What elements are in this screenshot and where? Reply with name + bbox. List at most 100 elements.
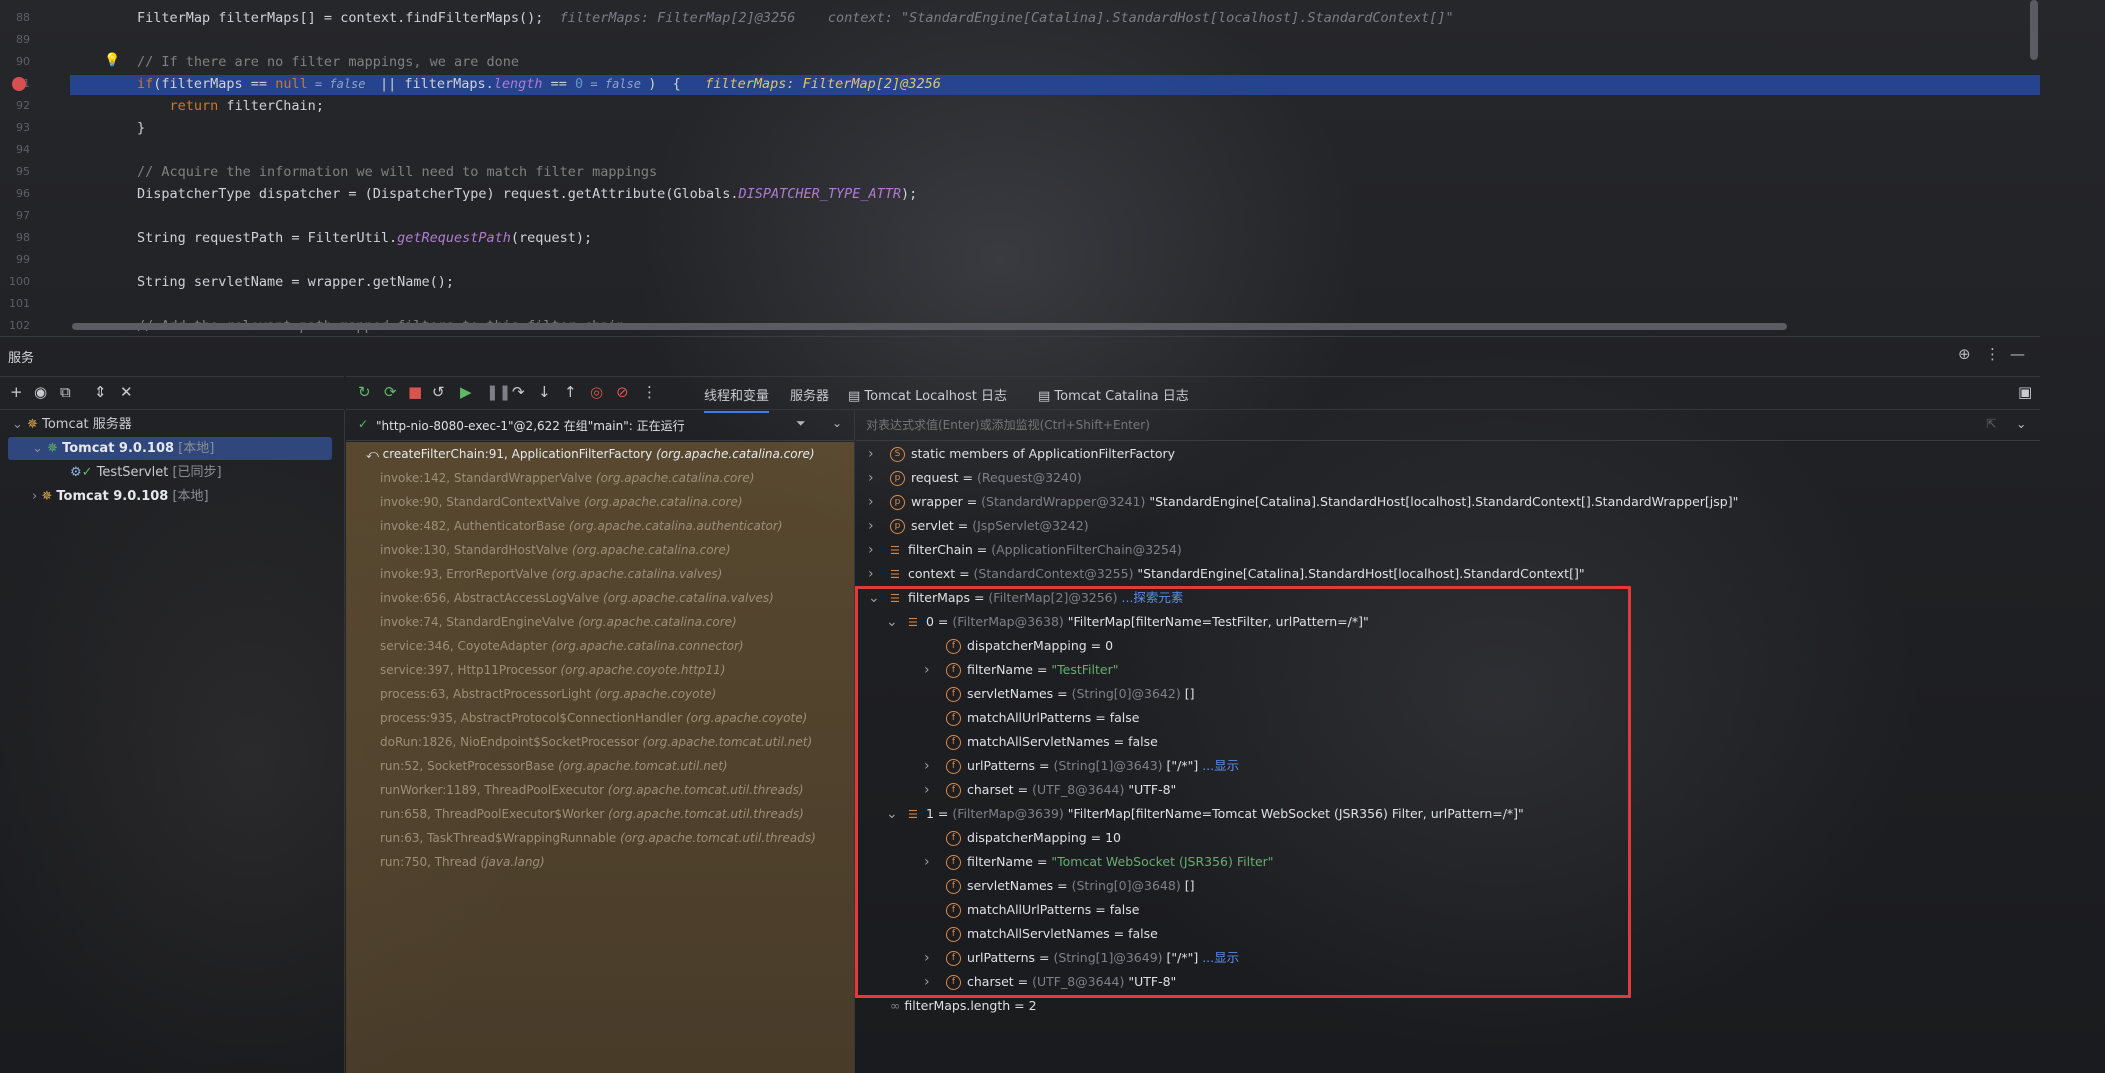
frame-package: (org.apache.catalina.core) — [595, 471, 755, 485]
variable-row[interactable]: f matchAllUrlPatterns = false — [946, 706, 1139, 730]
stack-frame[interactable]: runWorker:1189, ThreadPoolExecutor (org.… — [380, 778, 804, 802]
target-icon[interactable]: ⊕ — [1958, 345, 1971, 363]
variable-row[interactable]: f matchAllServletNames = false — [946, 922, 1158, 946]
collapse-all-icon[interactable]: ✕ — [120, 383, 133, 401]
frame-package: (org.apache.catalina.valves) — [603, 591, 774, 605]
tree-node-tomcat-server-1[interactable]: ⌄ ✵ Tomcat 9.0.108 [本地] — [32, 438, 214, 460]
variable-row[interactable]: › f urlPatterns = (String[1]@3643) ["/*"] … — [924, 754, 1239, 778]
tab-catalina-log[interactable]: ▤ Tomcat Catalina 日志 — [1038, 385, 1189, 404]
evaluate-expression-input[interactable] — [864, 414, 1968, 436]
variable-row[interactable]: › ☰ context = (StandardContext@3255) "Stan… — [868, 562, 1585, 586]
more-actions-icon[interactable]: ⋮ — [642, 383, 657, 401]
tab-threads-variables[interactable]: 线程和变量 — [704, 385, 770, 413]
stack-frame[interactable]: ⤺ createFilterChain:91, ApplicationFilte… — [366, 442, 815, 466]
field-icon: f — [946, 687, 961, 702]
vertical-scrollbar[interactable] — [2030, 0, 2038, 60]
variable-row[interactable]: › f filterName = "Tomcat WebSocket (JSR356… — [924, 850, 1274, 874]
stack-frame[interactable]: invoke:656, AbstractAccessLogValve (org.… — [380, 586, 774, 610]
stack-frame[interactable]: run:658, ThreadPoolExecutor$Worker (org.… — [380, 802, 804, 826]
stack-frame[interactable]: run:52, SocketProcessorBase (org.apache.… — [380, 754, 728, 778]
code-line[interactable]: // If there are no filter mappings, we a… — [137, 51, 519, 73]
variable-name: servlet — [911, 518, 954, 533]
variable-row[interactable]: › Sstatic members of ApplicationFilterFac… — [868, 442, 1175, 466]
code-line[interactable]: } — [137, 117, 145, 139]
code-line[interactable]: FilterMap filterMaps[] = context.findFil… — [137, 7, 1454, 29]
variable-row[interactable]: › p wrapper = (StandardWrapper@3241) "Stan… — [868, 490, 1738, 514]
code-line[interactable]: return filterChain; — [137, 95, 324, 117]
refresh-icon[interactable]: ↺ — [432, 383, 445, 401]
variable-row[interactable]: ⌄ ☰ filterMaps = (FilterMap[2]@3256) ...探索… — [868, 586, 1183, 610]
variable-row[interactable]: f servletNames = (String[0]@3642) [] — [946, 682, 1194, 706]
variable-row[interactable]: f dispatcherMapping = 10 — [946, 826, 1121, 850]
variable-row[interactable]: › p request = (Request@3240) — [868, 466, 1082, 490]
code-line[interactable]: // Acquire the information we will need … — [137, 161, 657, 183]
stack-frame[interactable]: invoke:482, AuthenticatorBase (org.apach… — [380, 514, 782, 538]
variable-row[interactable]: f dispatcherMapping = 0 — [946, 634, 1113, 658]
stack-frame[interactable]: invoke:90, StandardContextValve (org.apa… — [380, 490, 743, 514]
stack-frame[interactable]: invoke:93, ErrorReportValve (org.apache.… — [380, 562, 722, 586]
lightbulb-icon[interactable]: 💡 — [104, 53, 120, 68]
layout-icon[interactable]: ▣ — [2018, 383, 2032, 401]
eye-icon[interactable]: ◉ — [34, 383, 47, 401]
variable-row[interactable]: ⌄ ☰ 0 = (FilterMap@3638) "FilterMap[filter… — [886, 610, 1369, 634]
add-icon[interactable]: + — [10, 383, 23, 401]
stack-frame[interactable]: service:397, Http11Processor (org.apache… — [380, 658, 725, 682]
variable-row[interactable]: › ☰ filterChain = (ApplicationFilterChain@… — [868, 538, 1182, 562]
breakpoint-icon[interactable] — [12, 77, 26, 91]
horizontal-scrollbar[interactable] — [72, 323, 1787, 330]
tree-node-tomcat-servers[interactable]: ⌄ ✵ Tomcat 服务器 — [12, 414, 132, 436]
code-editor[interactable]: 88 FilterMap filterMaps[] = context.findF… — [0, 0, 2040, 335]
variable-row[interactable]: › f charset = (UTF_8@3644) "UTF-8" — [924, 970, 1176, 994]
stack-frame[interactable]: invoke:74, StandardEngineValve (org.apac… — [380, 610, 737, 634]
more-options-icon[interactable]: ⋮ — [1985, 345, 2000, 363]
restart-icon[interactable]: ⟳ — [384, 383, 397, 401]
expand-all-icon[interactable]: ⇕ — [94, 383, 107, 401]
stack-frame[interactable]: invoke:130, StandardHostValve (org.apach… — [380, 538, 731, 562]
rerun-icon[interactable]: ↻ — [358, 383, 371, 401]
resume-icon[interactable]: ▶ — [460, 383, 472, 401]
variable-row[interactable]: ⌄ ☰ 1 = (FilterMap@3639) "FilterMap[filter… — [886, 802, 1524, 826]
mute-breakpoints-icon[interactable]: ⊘ — [616, 383, 629, 401]
tab-localhost-log[interactable]: ▤ Tomcat Localhost 日志 — [848, 385, 1007, 404]
step-out-icon[interactable]: ↑ — [564, 383, 577, 401]
variable-row[interactable]: f matchAllUrlPatterns = false — [946, 898, 1139, 922]
tree-node-tomcat-server-2[interactable]: › ✵ Tomcat 9.0.108 [本地] — [32, 486, 209, 508]
filter-icon[interactable]: ⏷ — [796, 416, 806, 431]
frame-package: (org.apache.catalina.authenticator) — [568, 519, 783, 533]
stack-frame[interactable]: invoke:142, StandardWrapperValve (org.ap… — [380, 466, 754, 490]
stack-frame[interactable]: process:935, AbstractProtocol$Connection… — [380, 706, 807, 730]
stack-frame[interactable]: run:63, TaskThread$WrappingRunnable (org… — [380, 826, 816, 850]
chevron-right-icon: › — [924, 950, 930, 966]
variable-row[interactable]: › p servlet = (JspServlet@3242) — [868, 514, 1089, 538]
chevron-down-icon[interactable]: ⌄ — [832, 416, 842, 430]
chevron-down-icon[interactable]: ⌄ — [2016, 416, 2026, 431]
step-into-icon[interactable]: ↓ — [538, 383, 551, 401]
tree-node-testservlet[interactable]: ⚙✓ TestServlet [已同步] — [70, 462, 222, 484]
variable-row[interactable]: › f charset = (UTF_8@3644) "UTF-8" — [924, 778, 1176, 802]
variable-row[interactable]: ∞ filterMaps.length = 2 — [890, 994, 1037, 1018]
pause-icon[interactable]: ❚❚ — [486, 383, 511, 401]
variable-row[interactable]: › f urlPatterns = (String[1]@3649) ["/*"] … — [924, 946, 1239, 970]
new-tab-icon[interactable]: ⧉ — [60, 383, 71, 401]
variable-row[interactable]: › f filterName = "TestFilter" — [924, 658, 1118, 682]
variable-row[interactable]: f servletNames = (String[0]@3648) [] — [946, 874, 1194, 898]
minimize-icon[interactable]: — — [2010, 345, 2025, 363]
step-over-icon[interactable]: ↷ — [512, 383, 525, 401]
add-watch-icon[interactable]: ⇱ — [1986, 416, 1996, 431]
stack-frame[interactable]: doRun:1826, NioEndpoint$SocketProcessor … — [380, 730, 812, 754]
stack-frame[interactable]: service:346, CoyoteAdapter (org.apache.c… — [380, 634, 744, 658]
stop-icon[interactable]: ■ — [408, 383, 422, 401]
check-icon: ✓ — [358, 417, 369, 431]
variable-row[interactable]: f matchAllServletNames = false — [946, 730, 1158, 754]
code-token: String servletName = wrapper.getName(); — [137, 274, 454, 290]
view-breakpoints-icon[interactable]: ◎ — [590, 383, 603, 401]
code-line[interactable]: DispatcherType dispatcher = (DispatcherT… — [137, 183, 917, 205]
code-line[interactable]: String servletName = wrapper.getName(); — [137, 271, 454, 293]
code-line[interactable]: String requestPath = FilterUtil.getReque… — [137, 227, 592, 249]
thread-selector[interactable]: ✓ "http-nio-8080-exec-1"@2,622 在组"main":… — [346, 410, 854, 441]
stack-frame[interactable]: process:63, AbstractProcessorLight (org.… — [380, 682, 716, 706]
code-line[interactable]: if(filterMaps == null = false || filterM… — [137, 73, 941, 95]
frame-method: invoke:482, AuthenticatorBase — [380, 519, 569, 533]
stack-frame[interactable]: run:750, Thread (java.lang) — [380, 850, 545, 874]
tab-server[interactable]: 服务器 — [790, 385, 829, 404]
